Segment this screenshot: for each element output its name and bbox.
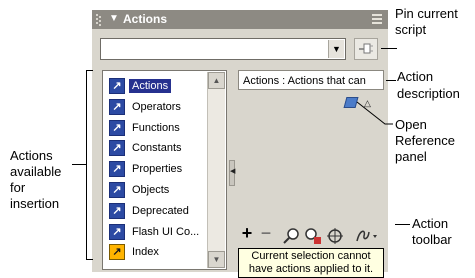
index-book-icon: ↗	[109, 244, 125, 261]
list-item[interactable]: ↗ Index	[109, 242, 209, 262]
book-icon: ↗	[109, 161, 125, 178]
list-item-label: Operators	[132, 100, 181, 113]
book-icon: ↗	[109, 202, 125, 219]
drag-grip-icon[interactable]	[96, 14, 102, 26]
pin-icon	[359, 43, 373, 54]
panel-title: Actions	[123, 12, 168, 26]
callout-description-line2: description	[397, 86, 460, 101]
callout-reference-leader	[356, 101, 393, 125]
list-item-label: Objects	[132, 184, 170, 196]
vertical-scrollbar[interactable]: ▲ ▼	[207, 72, 225, 268]
callout-actions-line3: for	[10, 180, 26, 195]
list-item[interactable]: ↗ Constants	[109, 138, 209, 158]
action-toolbar: + −	[238, 222, 384, 244]
action-description-text: Actions : Actions that can	[243, 75, 366, 87]
callout-actions-line2: available	[10, 164, 62, 179]
tooltip-line-1: Current selection cannot	[251, 250, 371, 262]
list-item-label: Properties	[132, 163, 183, 176]
callout-actions-bracket	[86, 70, 93, 260]
panel-menu-icon[interactable]	[372, 14, 382, 24]
collapse-arrow-icon[interactable]: ▼	[109, 14, 119, 24]
callout-actions-line1: Actions	[10, 148, 53, 163]
callout-actions-line4: insertion	[10, 196, 60, 211]
list-item[interactable]: ↗ Properties	[109, 159, 209, 179]
splitter-arrow-icon[interactable]: ◀	[230, 168, 235, 176]
actions-toolbox-list[interactable]: ↗ Actions ↗ Operators ↗ Functions ↗ Constants ↗ P…	[102, 70, 227, 270]
actions-panel: ▼ Actions ▼ ↗ Actions ↗ Operators ↗ Functions…	[92, 10, 388, 278]
book-icon: ↗	[109, 182, 125, 198]
chevron-down-icon[interactable]: ▼	[328, 40, 344, 58]
panel-titlebar[interactable]: ▼ Actions	[92, 10, 388, 29]
tooltip: Current selection cannot have actions ap…	[238, 248, 384, 278]
list-item-label: Functions	[132, 121, 180, 134]
list-item[interactable]: ↗ Operators	[109, 97, 209, 117]
callout-reference-line3: panel	[395, 149, 427, 164]
book-icon: ↗	[109, 98, 125, 115]
pane-splitter[interactable]: ◀	[229, 160, 235, 186]
book-icon: ↗	[109, 140, 125, 157]
callout-pin-line2: script	[395, 22, 427, 37]
callout-toolbar-leader	[395, 224, 410, 225]
find-icon[interactable]	[282, 225, 300, 247]
list-item[interactable]: ↗ Objects	[109, 180, 209, 200]
script-selector-dropdown[interactable]: ▼	[100, 38, 346, 60]
list-item-label: Constants	[132, 142, 182, 155]
callout-description-line1: Action	[397, 69, 434, 84]
scroll-up-button[interactable]: ▲	[208, 72, 225, 89]
debug-options-icon[interactable]	[354, 225, 380, 247]
list-item[interactable]: ↗ Flash UI Co...	[109, 222, 209, 242]
callout-toolbar-line2: toolbar	[412, 232, 452, 247]
scroll-down-button[interactable]: ▼	[208, 251, 225, 268]
callout-pin-line1: Pin current	[395, 6, 458, 21]
add-action-icon[interactable]: +	[240, 222, 254, 244]
list-item[interactable]: ↗ Functions	[109, 118, 209, 138]
callout-reference-line2: Reference	[395, 133, 455, 148]
list-item[interactable]: ↗ Actions	[109, 76, 209, 96]
pin-script-button[interactable]	[354, 38, 378, 60]
list-item-label: Actions	[129, 79, 172, 93]
callout-pin-leader	[381, 48, 397, 49]
callout-toolbar-line1: Action	[412, 216, 449, 231]
action-description-box: Actions : Actions that can	[238, 70, 384, 90]
book-icon: ↗	[109, 78, 125, 94]
book-icon: ↗	[109, 223, 125, 240]
list-item[interactable]: ↗ Deprecated	[109, 201, 209, 221]
callout-description-leader	[386, 80, 396, 81]
insert-target-path-icon[interactable]	[326, 225, 344, 247]
replace-icon[interactable]	[304, 225, 322, 247]
callout-actions-leader	[72, 164, 86, 165]
tooltip-line-2: have actions applied to it.	[248, 263, 374, 275]
remove-action-icon[interactable]: −	[260, 222, 272, 244]
list-item-label: Flash UI Co...	[132, 225, 200, 238]
callout-reference-line1: Open	[395, 117, 427, 132]
list-item-label: Deprecated	[132, 204, 189, 217]
list-item-label: Index	[132, 246, 159, 259]
book-icon: ↗	[109, 119, 125, 136]
